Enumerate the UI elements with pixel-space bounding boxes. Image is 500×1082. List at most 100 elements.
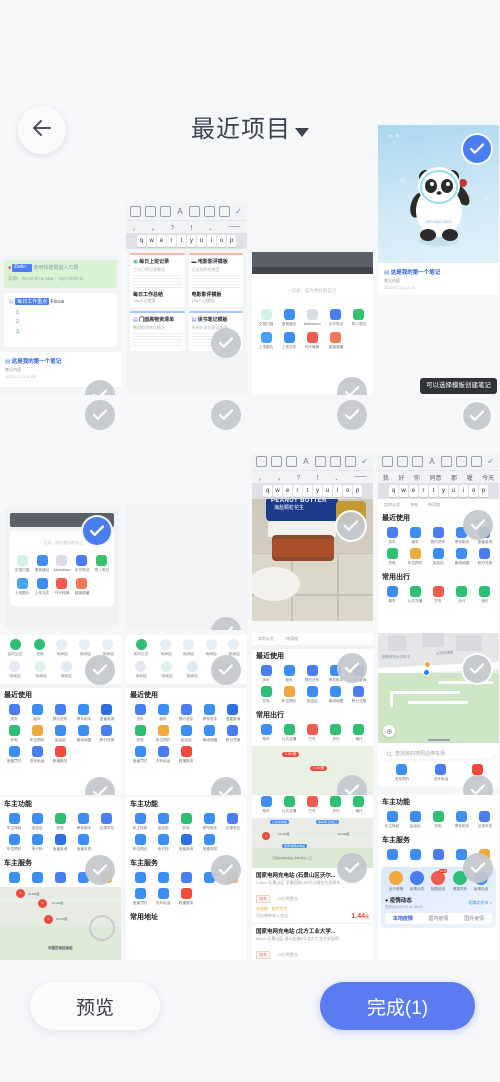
app-item[interactable]: 预约洗车: [175, 704, 197, 722]
app-item[interactable]: 加油站: [427, 548, 449, 566]
key[interactable]: w: [147, 235, 156, 247]
app-item[interactable]: 积分兑换: [96, 725, 118, 743]
template-card[interactable]: ▣ 每日上班记录 工作日常记录整理 每日工作总结 13k人已使用: [130, 253, 185, 307]
thumbnail-car-app-c1[interactable]: 车主功能 车主特权 加油站 充电 停车助手 记录车位 车位预约 电子狗 违章查询…: [0, 797, 121, 960]
select-checkbox[interactable]: [337, 853, 367, 883]
thumbnail-map-parking[interactable]: 首都师范大学附中 长安街辅路 查找目的地周边停车场 洗车预约 洗车私运: [378, 633, 499, 795]
app-item[interactable]: 驾车: [381, 586, 403, 604]
thumbnail-blank-r2c1[interactable]: [0, 400, 121, 430]
note-tool-item[interactable]: Markdown: [53, 555, 72, 573]
select-checkbox[interactable]: [85, 655, 115, 685]
app-item[interactable]: 车位预约: [3, 834, 25, 852]
thumbnail-car-app-b[interactable]: 实时公交 待添加 最近使用 洗车 租车 预约洗车 停车助手 违章查询 充电 车位…: [252, 633, 373, 795]
app-item[interactable]: [152, 872, 174, 883]
note-tool-item[interactable]: 链接收藏: [325, 332, 347, 350]
thumbnail-blank-r2c2[interactable]: [126, 400, 247, 430]
app-item[interactable]: 充电: [129, 725, 151, 743]
app-item[interactable]: 充电: [427, 811, 449, 829]
app-item[interactable]: 停车助手: [199, 813, 221, 831]
app-item[interactable]: [175, 872, 197, 883]
app-item[interactable]: 违章罚付: [3, 746, 25, 764]
select-checkbox[interactable]: [461, 400, 493, 430]
app-item[interactable]: 停车助手: [73, 704, 95, 722]
app-item[interactable]: 洗车预约: [394, 764, 410, 782]
suggestion[interactable]: 那: [451, 473, 457, 482]
thumbnail-note-toolgrid[interactable]: ▫ 记录，成为更好的自己 文档扫描 语音速记 Markdown 手写笔记 导入笔…: [252, 252, 373, 395]
app-item[interactable]: 积分兑换: [222, 725, 244, 743]
app-item[interactable]: 停车助手: [451, 811, 473, 829]
app-item[interactable]: 预约洗车: [427, 527, 449, 545]
app-item[interactable]: 电子狗: [26, 834, 48, 852]
select-checkbox[interactable]: [337, 653, 367, 683]
suggestion[interactable]: 喔: [467, 473, 473, 482]
app-item[interactable]: 租车: [404, 527, 426, 545]
preview-button[interactable]: 预览: [30, 982, 160, 1030]
note-tool-item[interactable]: 语音速记: [33, 555, 52, 573]
app-item[interactable]: 打车: [301, 796, 323, 814]
epidemic-tile[interactable]: HOT 核酸检测: [430, 869, 448, 892]
app-item[interactable]: 预约洗车: [49, 704, 71, 722]
app-item[interactable]: 洗车私运: [26, 746, 48, 764]
map-search-input[interactable]: 查找目的地周边停车场: [382, 748, 495, 759]
app-item[interactable]: 车主特权: [3, 813, 25, 831]
key[interactable]: q: [137, 235, 146, 247]
app-item[interactable]: 充电: [381, 548, 403, 566]
app-item[interactable]: 离线地图: [199, 725, 221, 743]
app-item[interactable]: 步行: [451, 586, 473, 604]
app-item[interactable]: 租车: [278, 665, 300, 683]
app-item[interactable]: 违章车机: [199, 834, 221, 852]
tab-domestic[interactable]: 国内疫情: [421, 913, 457, 924]
select-checkbox-checked[interactable]: [81, 515, 113, 547]
epidemic-tile[interactable]: 疫情动态: [409, 871, 425, 892]
key[interactable]: p: [227, 235, 236, 247]
app-item[interactable]: 加油站: [175, 725, 197, 743]
key[interactable]: y: [187, 235, 196, 247]
app-item[interactable]: 洗车私运: [433, 764, 449, 782]
app-item[interactable]: [427, 849, 449, 860]
note-tool-item[interactable]: 上传文件: [278, 332, 300, 350]
app-item[interactable]: 租车: [26, 704, 48, 722]
thumbnail-peanut-photo[interactable]: A ✓ ，。 ？！ 、 —— qw er ty ui op PEANUT BUT…: [252, 453, 373, 633]
note-tool-item[interactable]: 语音速记: [278, 309, 300, 327]
app-item[interactable]: 充电: [175, 813, 197, 831]
app-item[interactable]: 车位预约: [152, 725, 174, 743]
template-card[interactable]: ▬ 电影影评模板 记录观影的感受 电影影评模板 19k人已使用: [188, 253, 243, 307]
station-list-item[interactable]: 国家电网充电站 (北方工业大学... 861m·石景山区·晋元庄路5号北方工业大…: [252, 924, 373, 960]
app-item[interactable]: 车位预约: [278, 686, 300, 704]
app-item[interactable]: 积分兑换: [348, 686, 370, 704]
app-item[interactable]: [381, 849, 403, 860]
app-item[interactable]: 公共交通: [404, 586, 426, 604]
app-item[interactable]: 车位预约: [404, 548, 426, 566]
app-item[interactable]: 充电: [255, 686, 277, 704]
note-tool-item[interactable]: PDF转换: [301, 332, 323, 350]
suggestion[interactable]: 同意: [429, 473, 441, 482]
app-item[interactable]: 车主特权: [129, 813, 151, 831]
thumbnail-car-app-a1[interactable]: 实时公交 充电 待添加 待添加 待添加 待添加 待添加 待添加 待添加 最近使用…: [0, 635, 121, 795]
select-checkbox[interactable]: [461, 653, 493, 685]
thumbnail-panda-note[interactable]: ✦ ✦ ❉ ❉ ❉: [378, 125, 499, 295]
thumbnail-blank-r3c2[interactable]: [126, 505, 247, 630]
app-item[interactable]: 停车助手: [73, 813, 95, 831]
locate-button[interactable]: [383, 725, 395, 737]
app-item[interactable]: 积分兑换: [474, 548, 496, 566]
app-item[interactable]: [49, 872, 71, 883]
app-item[interactable]: 公共交通: [278, 796, 300, 814]
thumbnail-epidemic[interactable]: 车主功能 车主特权 加油站 充电 停车助手 记录车位 车主服务 出行政策 疫情动…: [378, 795, 499, 960]
app-item[interactable]: 公共交通: [278, 724, 300, 742]
app-item[interactable]: 打车: [427, 586, 449, 604]
note-tool-item[interactable]: 上传图片: [255, 332, 277, 350]
note-tool-item[interactable]: 文档扫描: [13, 555, 32, 573]
key[interactable]: t: [177, 235, 186, 247]
template-card[interactable]: ▤ 门面高物资清单 整理物资库存情况: [130, 311, 185, 351]
app-item[interactable]: 租车: [152, 704, 174, 722]
app-item[interactable]: 违章查询: [222, 704, 244, 722]
app-item[interactable]: 加油站: [152, 813, 174, 831]
thumbnail-blank-r2c3[interactable]: [252, 400, 373, 430]
app-item[interactable]: 预约洗车: [301, 665, 323, 683]
select-checkbox-checked[interactable]: [461, 133, 493, 165]
app-item[interactable]: 记录车位: [222, 813, 244, 831]
app-item[interactable]: 记录车位: [96, 813, 118, 831]
chip[interactable]: 待添加: [286, 636, 298, 642]
app-item[interactable]: 骑行: [348, 724, 370, 742]
app-item[interactable]: 违章查询: [175, 834, 197, 852]
